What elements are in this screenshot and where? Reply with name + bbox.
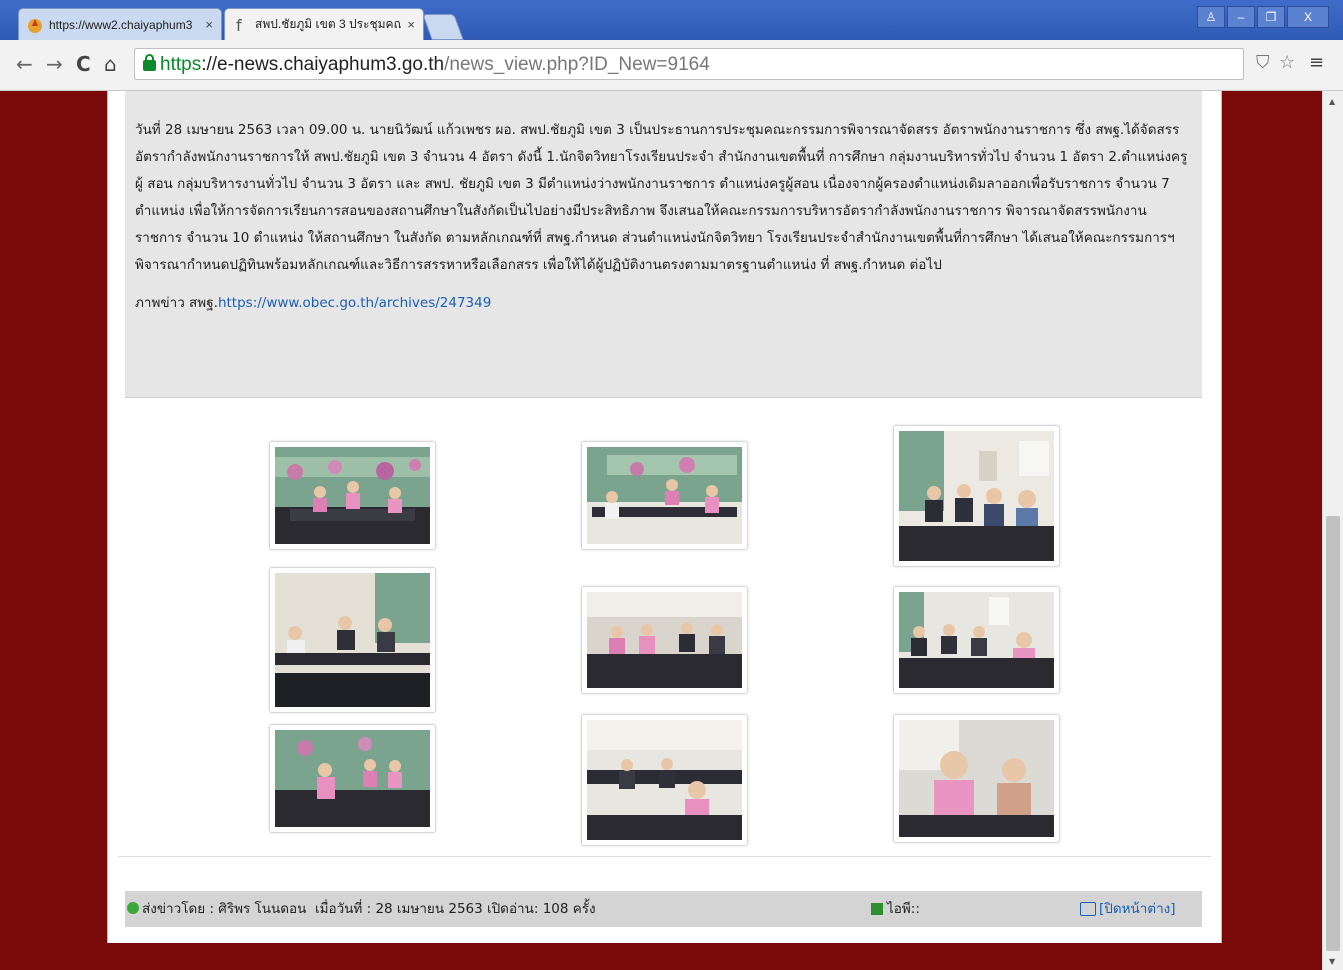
scroll-up-arrow-icon[interactable]: ▲ — [1329, 97, 1335, 106]
gallery-photo[interactable] — [269, 724, 436, 833]
printer-icon[interactable] — [1080, 902, 1096, 916]
browser-tab-2[interactable]: f สพป.ชัยภูมิ เขต 3 ประชุมคณะ × — [224, 8, 424, 40]
url-scheme: https — [160, 54, 202, 75]
photo-credit: ภาพข่าว สพฐ.https://www.obec.go.th/archi… — [135, 291, 491, 313]
user-profile-button[interactable]: ♙ — [1197, 6, 1225, 28]
bookmark-star-icon[interactable]: ☆ — [1279, 52, 1295, 73]
shield-icon[interactable]: ⛉ — [1256, 52, 1270, 73]
gallery-photo[interactable] — [581, 586, 748, 694]
news-article-box: วันที่ 28 เมษายน 2563 เวลา 09.00 น. นายน… — [125, 91, 1202, 398]
gallery-photo[interactable] — [893, 714, 1060, 843]
address-bar[interactable]: https://e-news.chaiyaphum3.go.th/news_vi… — [134, 48, 1244, 80]
window-controls: ♙ – ❐ X — [1197, 6, 1329, 28]
meeting-photo-image — [587, 447, 742, 544]
url-path: /news_view.php?ID_New=9164 — [444, 54, 710, 75]
close-window-link[interactable]: [ปิดหน้าต่าง] — [1099, 891, 1176, 927]
gallery-photo[interactable] — [893, 425, 1060, 567]
reload-icon[interactable]: C — [76, 52, 91, 76]
date-reads-text: เมื่อวันที่ : 28 เมษายน 2563 เปิดอ่าน: 1… — [315, 901, 596, 917]
maximize-button[interactable]: ❐ — [1257, 6, 1285, 28]
gallery-photo[interactable] — [581, 714, 748, 846]
facebook-icon: f — [233, 16, 249, 35]
gallery-photo[interactable] — [269, 567, 436, 713]
meeting-photo-image — [275, 573, 430, 707]
tab-close-icon[interactable]: × — [407, 17, 415, 32]
meeting-photo-image — [275, 730, 430, 827]
photo-credit-label: ภาพข่าว สพฐ. — [135, 295, 218, 311]
new-tab-button[interactable] — [422, 14, 464, 40]
check-icon — [127, 902, 139, 914]
home-icon[interactable]: ⌂ — [104, 52, 117, 76]
article-body: วันที่ 28 เมษายน 2563 เวลา 09.00 น. นายน… — [135, 122, 1188, 273]
browser-toolbar: ← → C ⌂ https://e-news.chaiyaphum3.go.th… — [0, 40, 1343, 91]
svg-text:f: f — [236, 17, 242, 33]
meeting-photo-image — [587, 592, 742, 688]
url-host: ://e-news.chaiyaphum3.go.th — [201, 54, 445, 75]
ip-icon — [871, 903, 883, 915]
lock-icon — [143, 54, 156, 71]
news-footer: ส่งข่าวโดย : ศิริพร โนนดอน เมื่อวันที่ :… — [125, 891, 1202, 927]
footer-divider — [118, 856, 1211, 857]
page-scrollbar[interactable]: ▲ ▼ — [1322, 91, 1343, 970]
meeting-photo-image — [587, 720, 742, 840]
back-arrow-icon[interactable]: ← — [16, 52, 33, 76]
meeting-photo-image — [275, 447, 430, 544]
forward-arrow-icon[interactable]: → — [46, 52, 63, 76]
sender-text: ส่งข่าวโดย : ศิริพร โนนดอน — [142, 901, 307, 917]
meeting-photo-image — [899, 720, 1054, 837]
close-window-button[interactable]: X — [1287, 6, 1329, 28]
browser-tab-bar: https://www2.chaiyaphum3 × f สพป.ชัยภูมิ… — [0, 0, 1343, 40]
meeting-photo-image — [899, 431, 1054, 561]
content-panel: วันที่ 28 เมษายน 2563 เวลา 09.00 น. นายน… — [107, 91, 1222, 943]
gallery-photo[interactable] — [581, 441, 748, 550]
ip-label: ไอพี:: — [887, 901, 920, 917]
site-favicon-icon — [27, 17, 43, 33]
minimize-button[interactable]: – — [1227, 6, 1255, 28]
page-viewport: วันที่ 28 เมษายน 2563 เวลา 09.00 น. นายน… — [0, 91, 1322, 970]
scroll-down-arrow-icon[interactable]: ▼ — [1329, 957, 1335, 966]
tab-close-icon[interactable]: × — [205, 17, 213, 32]
scrollbar-thumb[interactable] — [1326, 516, 1340, 951]
meeting-photo-image — [899, 592, 1054, 688]
gallery-photo[interactable] — [893, 586, 1060, 694]
menu-icon[interactable]: ≡ — [1309, 52, 1324, 73]
photo-credit-link[interactable]: https://www.obec.go.th/archives/247349 — [218, 295, 491, 311]
tab-title: สพป.ชัยภูมิ เขต 3 ประชุมคณะ — [255, 17, 402, 31]
gallery-photo[interactable] — [269, 441, 436, 550]
browser-tab-1[interactable]: https://www2.chaiyaphum3 × — [18, 8, 222, 40]
tab-title: https://www2.chaiyaphum3 — [49, 17, 193, 32]
